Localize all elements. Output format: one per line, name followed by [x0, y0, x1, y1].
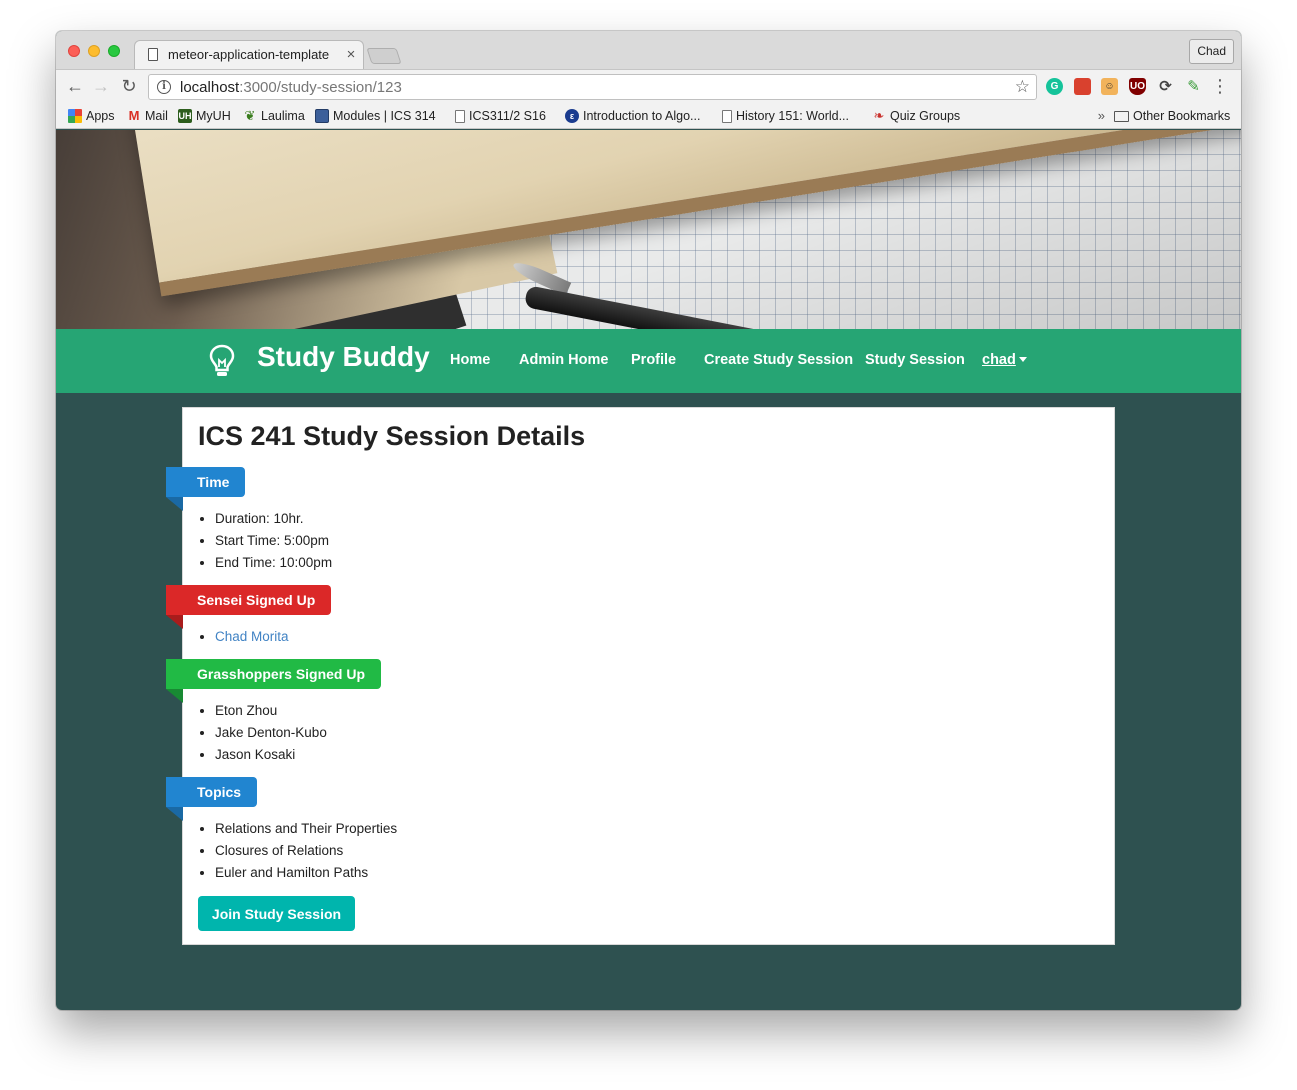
list-item: Duration: 10hr.: [215, 508, 332, 530]
nav-create-study-session[interactable]: Create Study Session: [704, 352, 853, 368]
profile-button[interactable]: Chad: [1189, 39, 1234, 64]
folder-icon: [1114, 110, 1129, 122]
hero-pen: [523, 285, 1137, 330]
tab-close-icon[interactable]: ×: [342, 46, 360, 63]
gmail-icon: M: [128, 108, 140, 123]
list-item: Start Time: 5:00pm: [215, 530, 332, 552]
bookmarks-bar: Apps M Mail UH MyUH ❦ Laulima Modules | ICS…: [56, 103, 1241, 129]
address-bar[interactable]: i localhost:3000/study-session/123 ☆: [148, 74, 1037, 100]
nav-profile[interactable]: Profile: [631, 352, 676, 368]
face-extension-icon[interactable]: ☺: [1101, 78, 1118, 95]
url-path: :3000/study-session/123: [239, 78, 402, 96]
brand-title[interactable]: Study Buddy: [257, 341, 430, 373]
bookmark-label: Other Bookmarks: [1133, 109, 1231, 123]
bookmark-label: Mail: [145, 109, 168, 123]
bookmark-label: Modules | ICS 314: [333, 109, 436, 123]
tab-strip: meteor-application-template × Chad: [56, 31, 1241, 70]
laulima-leaf-icon: ❦: [244, 108, 256, 123]
page-icon: [148, 48, 158, 61]
nav-study-session[interactable]: Study Session: [865, 352, 965, 368]
ublock-extension-icon[interactable]: UO: [1129, 78, 1146, 95]
bookmark-algorithms[interactable]: ε Introduction to Algo...: [565, 109, 700, 123]
minimize-window-button[interactable]: [88, 45, 100, 57]
page-icon: [455, 109, 465, 123]
grasshoppers-list: Eton Zhou Jake Denton-Kubo Jason Kosaki: [215, 700, 327, 766]
book-extension-icon[interactable]: [1074, 78, 1091, 95]
bookmark-label: MyUH: [196, 109, 231, 123]
grammarly-extension-icon[interactable]: G: [1046, 78, 1063, 95]
time-ribbon: Time: [166, 467, 246, 511]
forward-arrow-icon[interactable]: →: [90, 76, 112, 96]
topics-list: Relations and Their Properties Closures …: [215, 818, 397, 884]
bookmark-other[interactable]: Other Bookmarks: [1114, 109, 1230, 123]
apps-grid-icon: [68, 109, 82, 123]
list-item: Chad Morita: [215, 626, 289, 648]
tab-title: meteor-application-template: [168, 47, 330, 62]
menu-dots-icon[interactable]: ⋮: [1211, 76, 1229, 96]
lightbulb-icon: [209, 344, 235, 376]
list-item: Eton Zhou: [215, 700, 327, 722]
bookmarks-overflow-chevron[interactable]: »: [1098, 108, 1105, 123]
bookmark-label: ICS311/2 S16: [469, 109, 546, 123]
url-host: localhost: [180, 78, 240, 96]
browser-tab[interactable]: meteor-application-template ×: [140, 40, 360, 69]
app-navbar: Study Buddy Home Admin Home Profile Crea…: [56, 329, 1241, 393]
page-icon: [722, 109, 732, 123]
browser-toolbar: ← → ↻ i localhost:3000/study-session/123…: [56, 69, 1241, 103]
bookmark-mail[interactable]: M Mail: [127, 108, 168, 124]
bookmark-history[interactable]: History 151: World...: [722, 109, 849, 123]
hero-book: [116, 130, 1241, 297]
sensei-ribbon: Sensei Signed Up: [166, 585, 332, 629]
list-item: Relations and Their Properties: [215, 818, 397, 840]
bookmark-modules[interactable]: Modules | ICS 314: [315, 109, 436, 123]
hero-image: [56, 130, 1241, 330]
close-window-button[interactable]: [68, 45, 80, 57]
sensei-link[interactable]: Chad Morita: [215, 629, 289, 644]
bookmark-label: Introduction to Algo...: [583, 109, 701, 123]
bookmark-ics311[interactable]: ICS311/2 S16: [455, 109, 546, 123]
list-item: Closures of Relations: [215, 840, 397, 862]
bookmark-label: Laulima: [261, 109, 305, 123]
sensei-list: Chad Morita: [215, 626, 289, 648]
quiz-icon: ❧: [873, 108, 885, 123]
myuh-icon: UH: [178, 109, 192, 123]
user-name: chad: [982, 352, 1016, 368]
time-list: Duration: 10hr. Start Time: 5:00pm End T…: [215, 508, 332, 574]
bookmark-quiz-groups[interactable]: ❧ Quiz Groups: [872, 108, 961, 124]
modules-icon: [315, 109, 329, 123]
info-icon[interactable]: i: [157, 80, 171, 94]
new-tab-button[interactable]: [366, 48, 402, 64]
bookmark-label: Quiz Groups: [890, 109, 961, 123]
algo-icon: ε: [565, 109, 579, 123]
reload-icon[interactable]: ↻: [118, 76, 140, 96]
list-item: End Time: 10:00pm: [215, 552, 332, 574]
nav-admin-home[interactable]: Admin Home: [519, 352, 608, 368]
maximize-window-button[interactable]: [108, 45, 120, 57]
user-dropdown[interactable]: chad: [982, 352, 1027, 368]
list-item: Jake Denton-Kubo: [215, 722, 327, 744]
nav-home[interactable]: Home: [450, 352, 490, 368]
caret-down-icon: [1018, 357, 1027, 362]
back-arrow-icon[interactable]: ←: [64, 76, 86, 96]
bookmark-star-icon[interactable]: ☆: [1015, 77, 1030, 97]
page-title: ICS 241 Study Session Details: [198, 421, 586, 451]
bookmark-myuh[interactable]: UH MyUH: [178, 109, 231, 123]
browser-window: meteor-application-template × Chad ← → ↻…: [56, 31, 1241, 1010]
list-item: Euler and Hamilton Paths: [215, 862, 397, 884]
list-item: Jason Kosaki: [215, 744, 327, 766]
session-details-card: ICS 241 Study Session Details Time Durat…: [166, 407, 1115, 945]
grasshoppers-ribbon: Grasshoppers Signed Up: [166, 659, 382, 703]
ruler-extension-icon[interactable]: ✎: [1185, 78, 1202, 95]
topics-ribbon: Topics: [166, 777, 258, 821]
join-study-session-button[interactable]: Join Study Session: [198, 896, 355, 931]
bookmark-laulima[interactable]: ❦ Laulima: [243, 108, 305, 124]
sync-extension-icon[interactable]: ⟳: [1157, 78, 1174, 95]
bookmark-label: History 151: World...: [736, 109, 850, 123]
bookmark-label: Apps: [86, 109, 115, 123]
bookmark-apps[interactable]: Apps: [68, 109, 115, 123]
